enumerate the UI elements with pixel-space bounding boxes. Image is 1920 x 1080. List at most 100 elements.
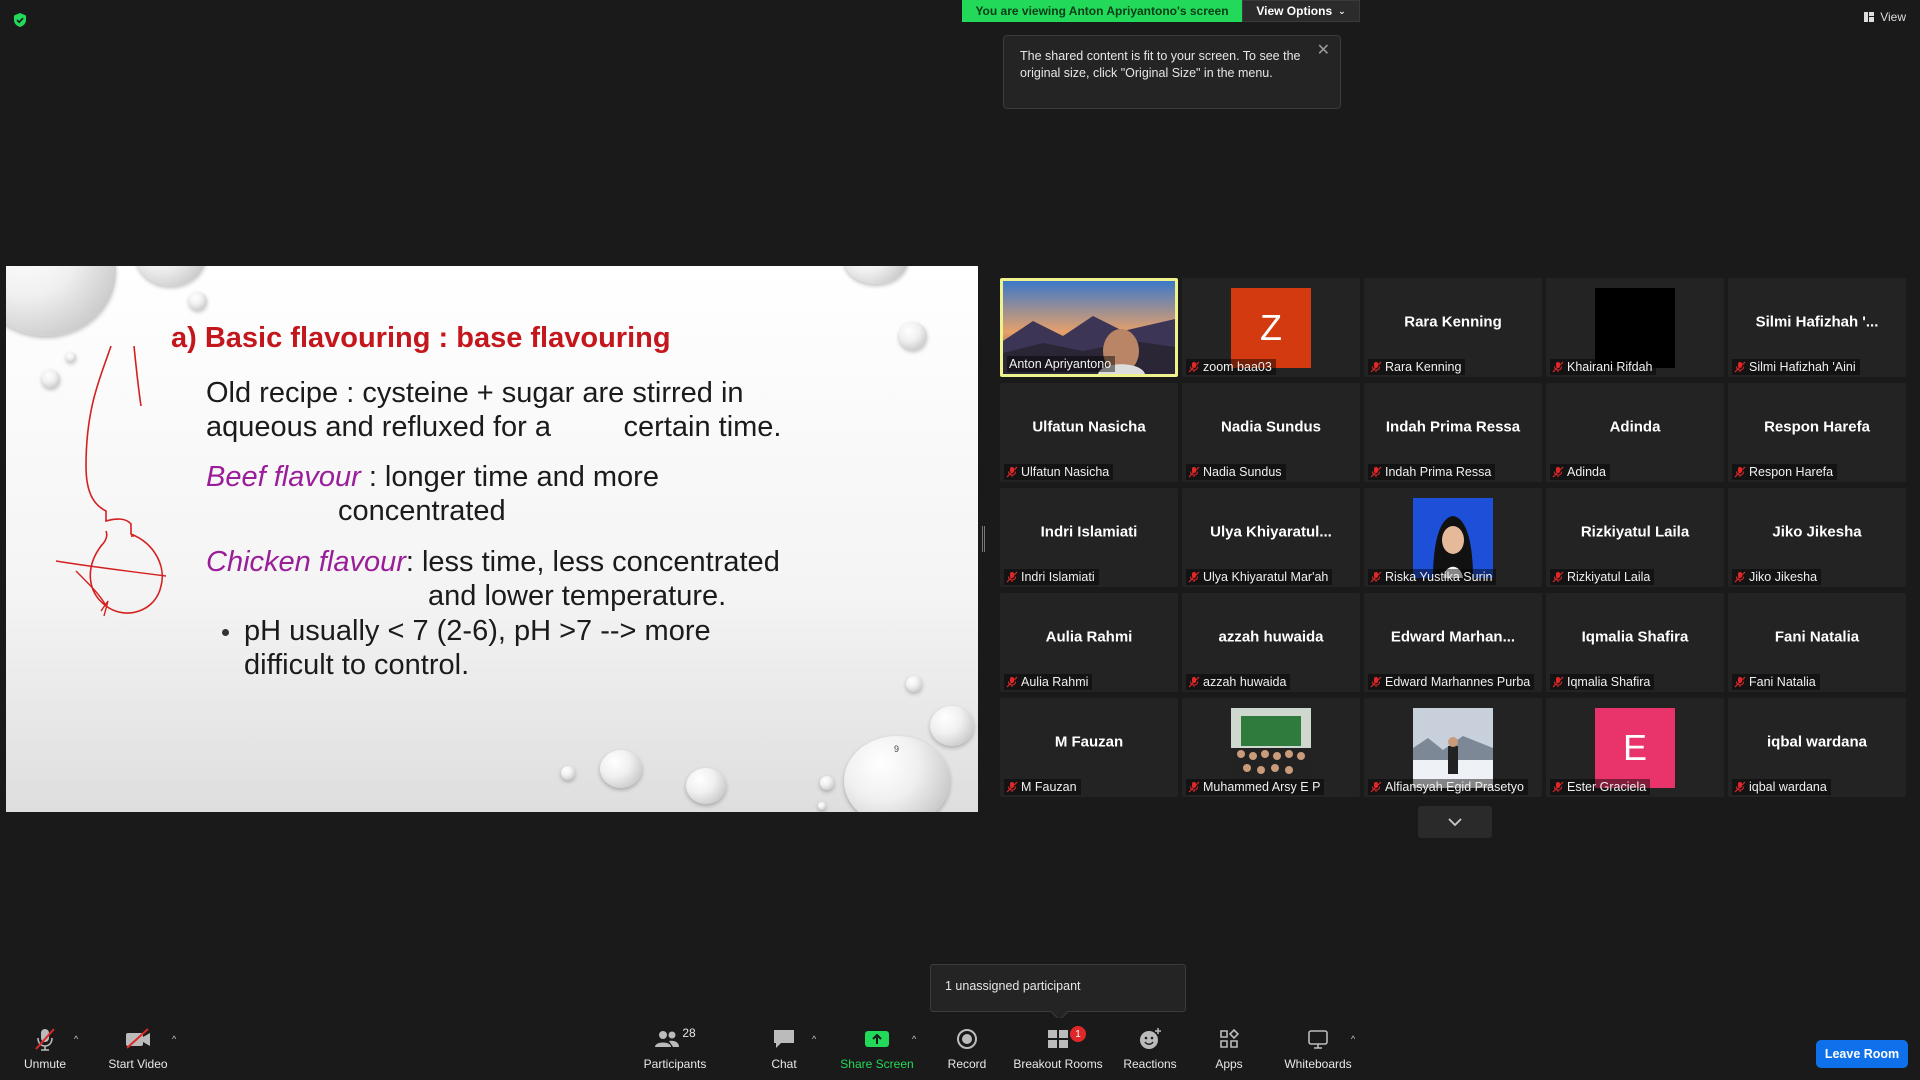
- video-options-caret-icon[interactable]: ^: [172, 1034, 176, 1044]
- decorative-bubble: [189, 292, 207, 310]
- participant-tile[interactable]: E Ester Graciela: [1546, 698, 1724, 797]
- participant-photo: [1413, 708, 1493, 788]
- participant-name-label: zoom baa03: [1186, 359, 1276, 375]
- participant-display-name: Nadia Sundus: [1220, 418, 1321, 436]
- participant-avatar: [1595, 288, 1675, 368]
- participant-name: Muhammed Arsy E P: [1203, 780, 1321, 794]
- participant-tile[interactable]: M Fauzan M Fauzan: [1000, 698, 1178, 797]
- participant-name-label: Aulia Rahmi: [1004, 674, 1093, 690]
- audio-options-caret-icon[interactable]: ^: [74, 1034, 78, 1044]
- breakout-notification-badge: 1: [1070, 1026, 1086, 1042]
- beef-rest: : longer time and more: [360, 461, 659, 493]
- participant-name-label: Ester Graciela: [1550, 779, 1651, 795]
- flask-annotation-drawing: [55, 346, 167, 617]
- view-options-button[interactable]: View Options ⌄: [1242, 0, 1360, 22]
- view-label: View: [1880, 10, 1906, 24]
- microphone-muted-icon: [1188, 361, 1200, 373]
- leave-room-button[interactable]: Leave Room: [1816, 1040, 1908, 1068]
- record-icon: [957, 1029, 977, 1049]
- microphone-muted-icon: [1188, 571, 1200, 583]
- viewing-screen-banner: You are viewing Anton Apriyantono's scre…: [962, 0, 1242, 22]
- participants-button[interactable]: 28 Participants: [640, 1024, 710, 1076]
- close-icon[interactable]: ✕: [1317, 42, 1330, 59]
- participant-tile[interactable]: Respon Harefa Respon Harefa: [1728, 383, 1906, 482]
- breakout-rooms-button[interactable]: 1 Breakout Rooms: [1013, 1024, 1103, 1076]
- participant-initial-avatar: E: [1595, 708, 1675, 788]
- slide-line-2: aqueous and refluxed for a certain time.: [206, 411, 782, 443]
- participant-tile[interactable]: Nadia Sundus Nadia Sundus: [1182, 383, 1360, 482]
- participant-name-label: Edward Marhannes Purba: [1368, 674, 1535, 690]
- participant-display-name: Ulfatun Nasicha: [1032, 418, 1146, 436]
- chicken-rest: : less time, less concentrated: [405, 546, 780, 578]
- participant-initial-avatar: Z: [1231, 288, 1311, 368]
- view-button[interactable]: View: [1863, 10, 1906, 24]
- participant-name: zoom baa03: [1203, 360, 1272, 374]
- participant-tile[interactable]: Ulya Khiyaratul... Ulya Khiyaratul Mar'ah: [1182, 488, 1360, 587]
- participant-tile[interactable]: Zzoom baa03: [1182, 278, 1360, 377]
- participant-tile[interactable]: Alfiansyah Egid Prasetyo: [1364, 698, 1542, 797]
- participant-tile[interactable]: Indri Islamiati Indri Islamiati: [1000, 488, 1178, 587]
- participant-tile[interactable]: Fani Natalia Fani Natalia: [1728, 593, 1906, 692]
- microphone-muted-icon: [35, 1028, 55, 1051]
- participant-display-name: Jiko Jikesha: [1772, 523, 1862, 541]
- participant-tile[interactable]: Jiko Jikesha Jiko Jikesha: [1728, 488, 1906, 587]
- apps-button[interactable]: Apps: [1212, 1024, 1246, 1076]
- participant-name-label: Indah Prima Ressa: [1368, 464, 1496, 480]
- microphone-muted-icon: [1188, 781, 1200, 793]
- shared-screen-slide: a) Basic flavouring : base flavouring Ol…: [6, 266, 978, 812]
- unmute-label: Unmute: [23, 1057, 67, 1071]
- participant-tile[interactable]: Adinda Adinda: [1546, 383, 1724, 482]
- microphone-muted-icon: [1188, 676, 1200, 688]
- participant-tile[interactable]: Riska Yustika Surin: [1364, 488, 1542, 587]
- participant-name-label: M Fauzan: [1004, 779, 1081, 795]
- microphone-muted-icon: [1370, 361, 1382, 373]
- slide-page-number: 9: [894, 744, 900, 754]
- chat-button[interactable]: Chat: [766, 1024, 802, 1076]
- participant-tile[interactable]: Ulfatun Nasicha Ulfatun Nasicha: [1000, 383, 1178, 482]
- participant-tile[interactable]: iqbal wardana iqbal wardana: [1728, 698, 1906, 797]
- participant-display-name: Aulia Rahmi: [1045, 628, 1133, 646]
- slide-chicken-line: Chicken flavour: less time, less concent…: [206, 545, 780, 579]
- participant-name-label: Khairani Rifdah: [1550, 359, 1657, 375]
- fit-to-screen-tooltip: The shared content is fit to your screen…: [1003, 35, 1341, 109]
- participant-tile[interactable]: Silmi Hafizhah '... Silmi Hafizhah 'Aini: [1728, 278, 1906, 377]
- share-options-caret-icon[interactable]: ^: [912, 1034, 916, 1044]
- decorative-bubble: [136, 266, 206, 286]
- microphone-muted-icon: [1734, 466, 1746, 478]
- participant-display-name: Fani Natalia: [1774, 628, 1860, 646]
- gallery-next-page-button[interactable]: [1418, 806, 1492, 838]
- slide-bullet-line-1: pH usually < 7 (2-6), pH >7 --> more: [244, 615, 711, 647]
- participant-tile[interactable]: Rara Kenning Rara Kenning: [1364, 278, 1542, 377]
- bullet-point: [222, 629, 229, 636]
- decorative-bubble: [899, 322, 927, 350]
- participant-tile[interactable]: Iqmalia Shafira Iqmalia Shafira: [1546, 593, 1724, 692]
- participant-name: Fani Natalia: [1749, 675, 1816, 689]
- start-video-label: Start Video: [108, 1057, 168, 1071]
- participant-name-label: Rizkiyatul Laila: [1550, 569, 1655, 585]
- participant-name: iqbal wardana: [1749, 780, 1827, 794]
- record-button[interactable]: Record: [944, 1024, 990, 1076]
- unmute-button[interactable]: Unmute: [18, 1024, 72, 1076]
- whiteboards-options-caret-icon[interactable]: ^: [1351, 1034, 1355, 1044]
- security-shield-icon[interactable]: [12, 12, 28, 28]
- whiteboards-button[interactable]: Whiteboards: [1282, 1024, 1354, 1076]
- participant-tile[interactable]: Rizkiyatul Laila Rizkiyatul Laila: [1546, 488, 1724, 587]
- participant-name: Edward Marhannes Purba: [1385, 675, 1531, 689]
- participant-tile[interactable]: Khairani Rifdah: [1546, 278, 1724, 377]
- participant-tile[interactable]: azzah huwaida azzah huwaida: [1182, 593, 1360, 692]
- chat-options-caret-icon[interactable]: ^: [812, 1034, 816, 1044]
- participant-name: Adinda: [1567, 465, 1606, 479]
- decorative-bubble: [906, 676, 922, 692]
- slide-line-1: Old recipe : cysteine + sugar are stirre…: [206, 377, 744, 409]
- participant-tile[interactable]: Indah Prima Ressa Indah Prima Ressa: [1364, 383, 1542, 482]
- participant-name-label: Muhammed Arsy E P: [1186, 779, 1325, 795]
- share-screen-button[interactable]: Share Screen: [838, 1024, 916, 1076]
- reactions-button[interactable]: Reactions: [1122, 1024, 1178, 1076]
- participant-tile[interactable]: Anton Apriyantono: [1000, 278, 1178, 377]
- participant-tile[interactable]: Aulia Rahmi Aulia Rahmi: [1000, 593, 1178, 692]
- participant-tile[interactable]: Edward Marhan... Edward Marhannes Purba: [1364, 593, 1542, 692]
- start-video-button[interactable]: Start Video: [106, 1024, 170, 1076]
- microphone-muted-icon: [1006, 676, 1018, 688]
- panel-splitter-handle[interactable]: [982, 526, 985, 552]
- participant-tile[interactable]: Muhammed Arsy E P: [1182, 698, 1360, 797]
